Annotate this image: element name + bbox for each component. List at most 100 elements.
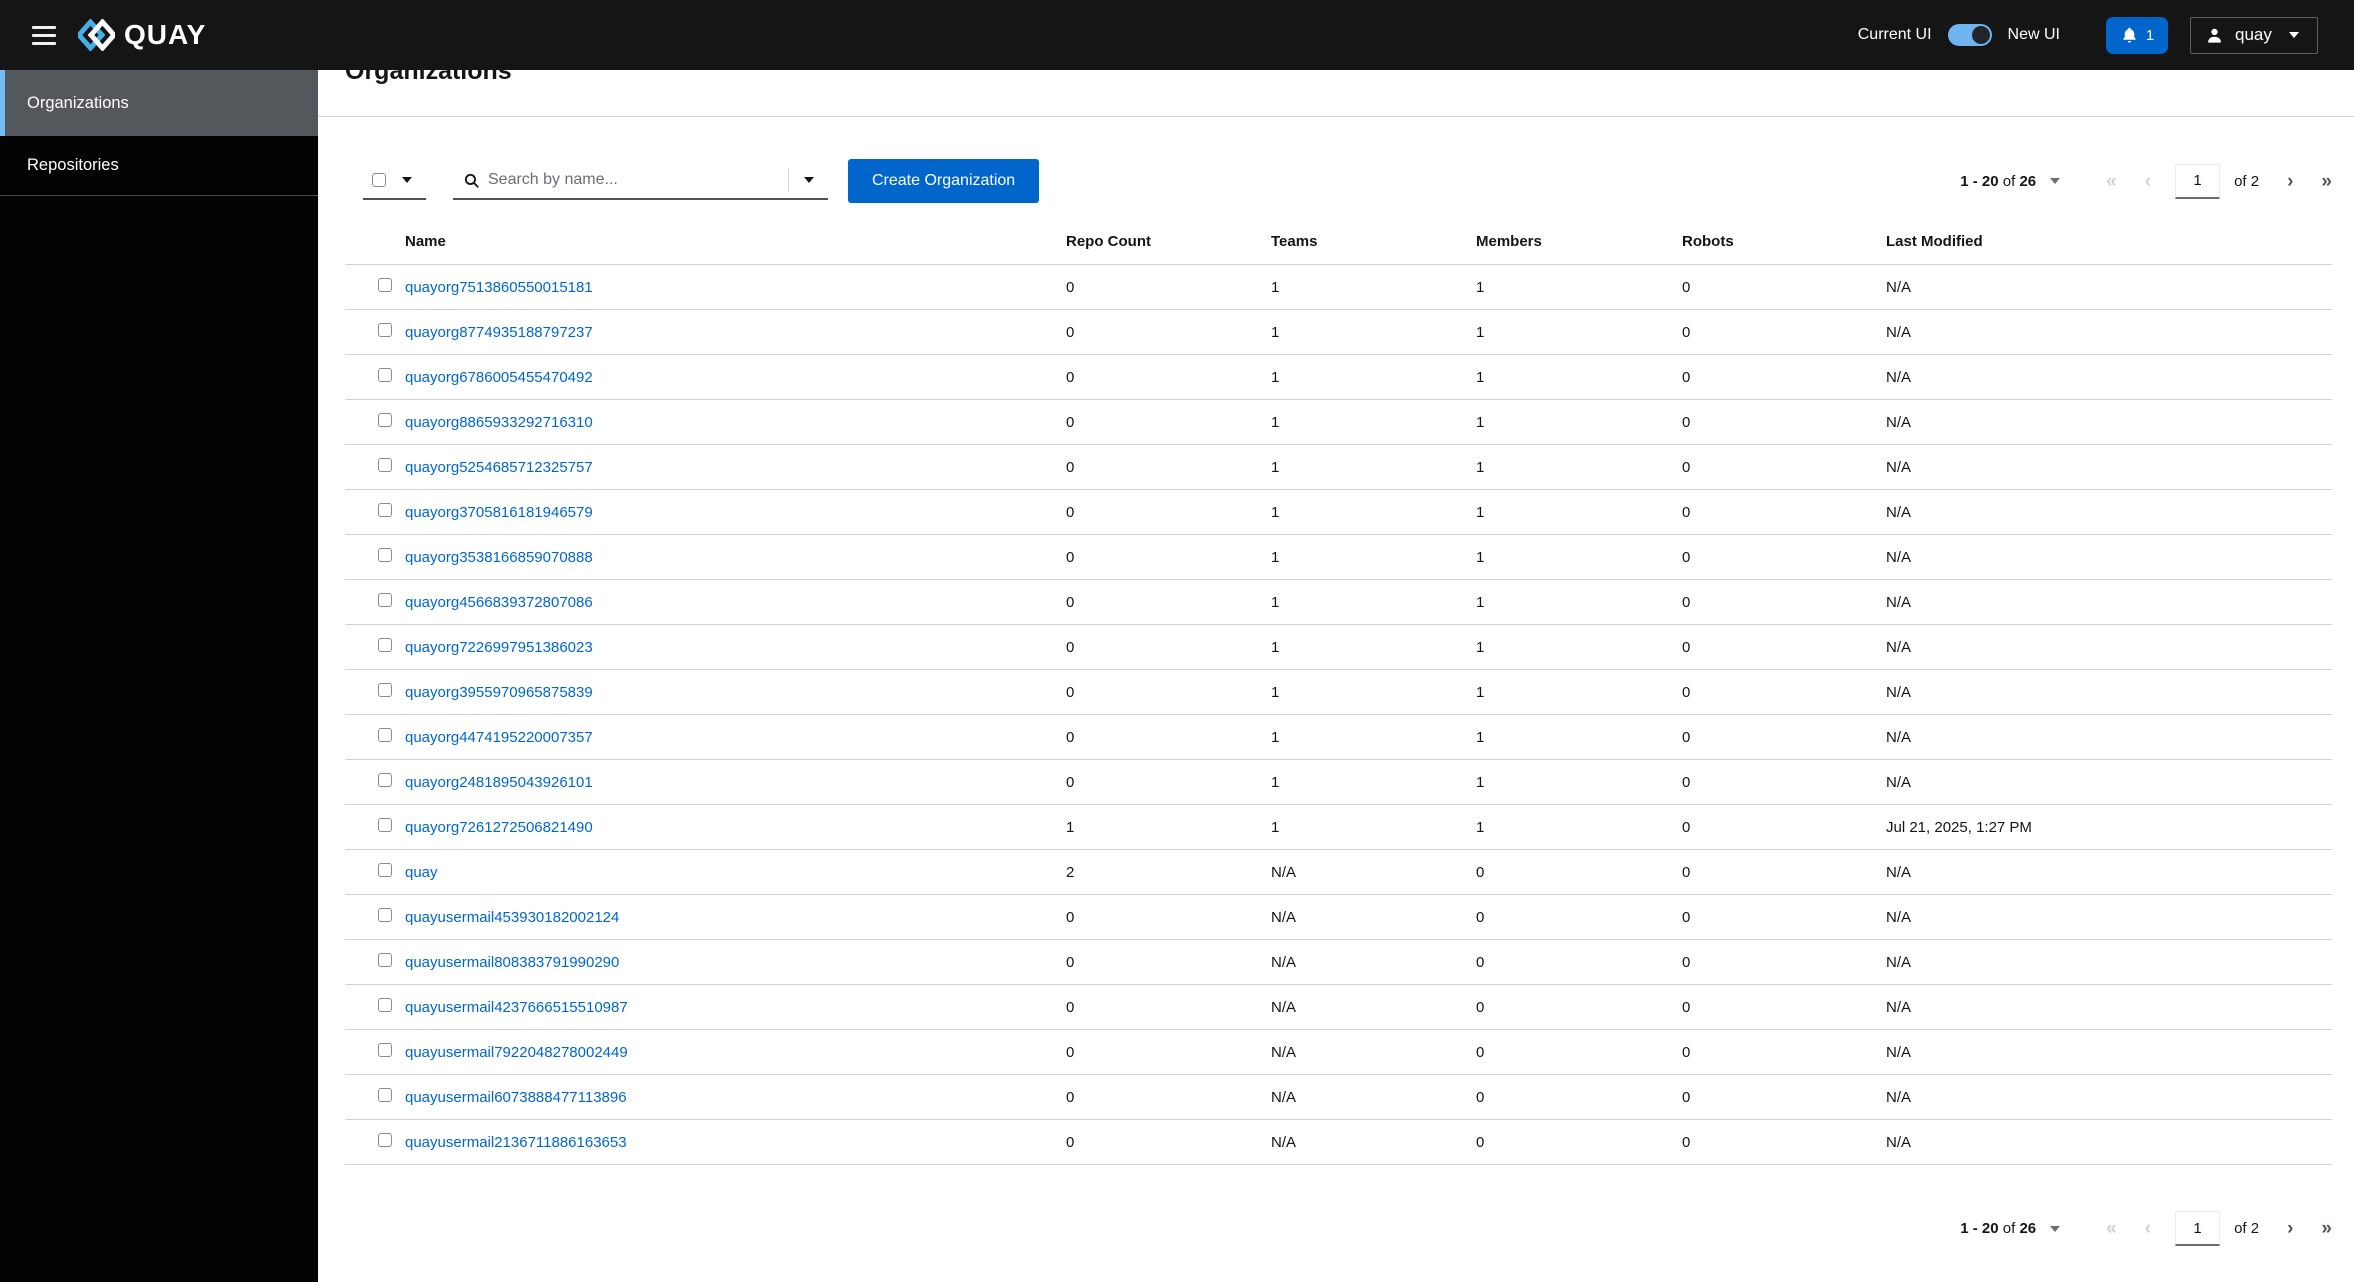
table-row: quayorg7261272506821490 1 1 1 0 Jul 21, …	[345, 805, 2332, 850]
row-checkbox[interactable]	[378, 953, 392, 967]
organization-link[interactable]: quayorg7513860550015181	[405, 279, 593, 296]
organization-link[interactable]: quayorg3538166859070888	[405, 549, 593, 566]
header-left: QUAY	[28, 19, 206, 51]
organization-link[interactable]: quayusermail7922048278002449	[405, 1044, 628, 1061]
page-number-input[interactable]	[2175, 163, 2221, 199]
repo-count-cell: 0	[1066, 593, 1075, 611]
row-checkbox-cell	[345, 593, 405, 611]
row-checkbox[interactable]	[378, 323, 392, 337]
sidebar-item-organizations[interactable]: Organizations	[0, 70, 318, 136]
row-checkbox[interactable]	[378, 1133, 392, 1147]
name-cell: quayorg8865933292716310	[405, 414, 1066, 431]
organization-link[interactable]: quayusermail4237666515510987	[405, 999, 628, 1016]
members-cell: 1	[1476, 368, 1485, 386]
nav-toggle-button[interactable]	[28, 22, 60, 49]
next-page-button[interactable]: ›	[2287, 1219, 2293, 1238]
name-cell: quayorg5254685712325757	[405, 459, 1066, 476]
row-checkbox[interactable]	[378, 683, 392, 697]
row-checkbox[interactable]	[378, 728, 392, 742]
pagination-range: 1 - 20 of 26	[1960, 172, 2037, 190]
search-filter-dropdown[interactable]	[788, 168, 828, 192]
user-menu-button[interactable]: quay	[2190, 16, 2318, 54]
page-number-input[interactable]	[2175, 1211, 2221, 1246]
repo-count-cell: 0	[1066, 323, 1075, 341]
organization-link[interactable]: quayusermail2136711886163653	[405, 1134, 627, 1151]
last-page-button[interactable]: »	[2321, 1219, 2332, 1238]
organization-link[interactable]: quayorg2481895043926101	[405, 774, 593, 791]
row-checkbox[interactable]	[378, 368, 392, 382]
per-page-dropdown[interactable]	[2050, 178, 2061, 184]
organization-link[interactable]: quayorg3955970965875839	[405, 684, 593, 701]
teams-cell: 1	[1271, 683, 1280, 701]
organization-link[interactable]: quayusermail808383791990290	[405, 954, 619, 971]
row-checkbox[interactable]	[378, 413, 392, 427]
organization-link[interactable]: quayorg8865933292716310	[405, 414, 593, 431]
last-modified-cell: N/A	[1886, 908, 1912, 926]
create-organization-button[interactable]: Create Organization	[848, 159, 1040, 203]
organization-link[interactable]: quayorg6786005455470492	[405, 369, 593, 386]
table-row: quayorg8865933292716310 0 1 1 0 N/A	[345, 400, 2332, 445]
robots-cell: 0	[1682, 368, 1691, 386]
row-checkbox[interactable]	[378, 773, 392, 787]
organization-link[interactable]: quayorg4474195220007357	[405, 729, 593, 746]
row-checkbox[interactable]	[378, 863, 392, 877]
organization-link[interactable]: quay	[405, 864, 438, 881]
bulk-select-dropdown[interactable]	[363, 162, 426, 200]
organization-link[interactable]: quayorg4566839372807086	[405, 594, 593, 611]
robots-cell: 0	[1682, 1043, 1691, 1061]
last-page-button[interactable]: »	[2321, 172, 2332, 191]
table-row: quayorg6786005455470492 0 1 1 0 N/A	[345, 355, 2332, 400]
last-modified-cell: N/A	[1886, 278, 1912, 296]
organizations-table: Name Repo Count Teams Members Robots Las…	[345, 219, 2332, 1165]
organization-link[interactable]: quayusermail453930182002124	[405, 909, 619, 926]
row-checkbox[interactable]	[378, 1088, 392, 1102]
members-cell: 0	[1476, 1133, 1485, 1151]
row-checkbox[interactable]	[378, 818, 392, 832]
table-row: quayusermail7922048278002449 0 N/A 0 0 N…	[345, 1030, 2332, 1075]
members-cell: 1	[1476, 728, 1485, 746]
main-content: Organizations Create Organization 1 - 20…	[318, 57, 2354, 1282]
sidebar-item-repositories[interactable]: Repositories	[0, 136, 318, 196]
robots-cell: 0	[1682, 1088, 1691, 1106]
teams-cell: N/A	[1271, 863, 1297, 881]
new-ui-label: New UI	[2007, 26, 2060, 43]
prev-page-button[interactable]: ‹	[2145, 1219, 2151, 1238]
search-input[interactable]	[488, 171, 788, 189]
organization-link[interactable]: quayusermail6073888477113896	[405, 1089, 627, 1106]
row-checkbox[interactable]	[378, 548, 392, 562]
row-checkbox[interactable]	[378, 908, 392, 922]
row-checkbox-cell	[345, 1043, 405, 1061]
row-checkbox[interactable]	[378, 458, 392, 472]
organization-link[interactable]: quayorg5254685712325757	[405, 459, 593, 476]
ui-version-toggle[interactable]	[1947, 24, 1992, 46]
row-checkbox[interactable]	[378, 278, 392, 292]
notification-count: 1	[2145, 26, 2155, 44]
search-icon	[464, 173, 479, 188]
robots-cell: 0	[1682, 728, 1691, 746]
first-page-button[interactable]: «	[2106, 172, 2117, 191]
organization-link[interactable]: quayorg7261272506821490	[405, 819, 593, 836]
prev-page-button[interactable]: ‹	[2145, 172, 2151, 191]
teams-cell: N/A	[1271, 1133, 1297, 1151]
row-checkbox[interactable]	[378, 638, 392, 652]
row-checkbox[interactable]	[378, 503, 392, 517]
row-checkbox-cell	[345, 1088, 405, 1106]
hamburger-icon	[32, 25, 56, 29]
per-page-dropdown[interactable]	[2050, 1225, 2061, 1232]
teams-cell: 1	[1271, 728, 1280, 746]
row-checkbox-cell	[345, 818, 405, 836]
row-checkbox[interactable]	[378, 998, 392, 1012]
notifications-button[interactable]: 1	[2106, 16, 2168, 54]
first-page-button[interactable]: «	[2106, 1219, 2117, 1238]
name-cell: quayorg6786005455470492	[405, 369, 1066, 386]
organization-link[interactable]: quayorg8774935188797237	[405, 324, 593, 341]
repo-count-cell: 0	[1066, 1088, 1075, 1106]
organization-link[interactable]: quayorg7226997951386023	[405, 639, 593, 656]
next-page-button[interactable]: ›	[2287, 172, 2293, 191]
row-checkbox[interactable]	[378, 593, 392, 607]
organization-link[interactable]: quayorg3705816181946579	[405, 504, 593, 521]
sidebar: Organizations Repositories	[0, 70, 318, 1282]
select-all-checkbox[interactable]	[372, 173, 386, 187]
row-checkbox[interactable]	[378, 1043, 392, 1057]
name-cell: quayorg8774935188797237	[405, 324, 1066, 341]
